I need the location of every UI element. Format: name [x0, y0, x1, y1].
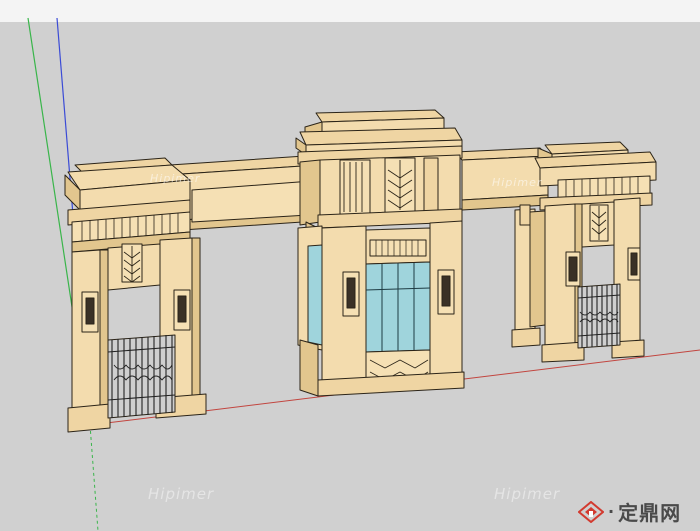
brand-mark[interactable]: · 定鼎网 — [578, 497, 681, 526]
model-canvas[interactable] — [0, 0, 700, 531]
watermark-model-right: Hipimer — [492, 176, 543, 189]
brand-separator: · — [608, 502, 615, 521]
sketchup-viewport[interactable]: Hipimer Hipimer Hipimer Hipimer · 定鼎网 — [0, 0, 700, 531]
watermark-bottom-left: Hipimer — [148, 485, 215, 503]
green-axis-dashed — [89, 424, 99, 531]
central-tower — [295, 109, 465, 397]
diamond-house-logo-icon — [578, 500, 604, 523]
watermark-model-left: Hipimer — [150, 172, 201, 185]
watermark-bottom-right: Hipimer — [494, 485, 561, 503]
brand-name: 定鼎网 — [618, 501, 682, 525]
right-iron-gate — [577, 283, 621, 349]
left-iron-gate — [107, 334, 176, 419]
